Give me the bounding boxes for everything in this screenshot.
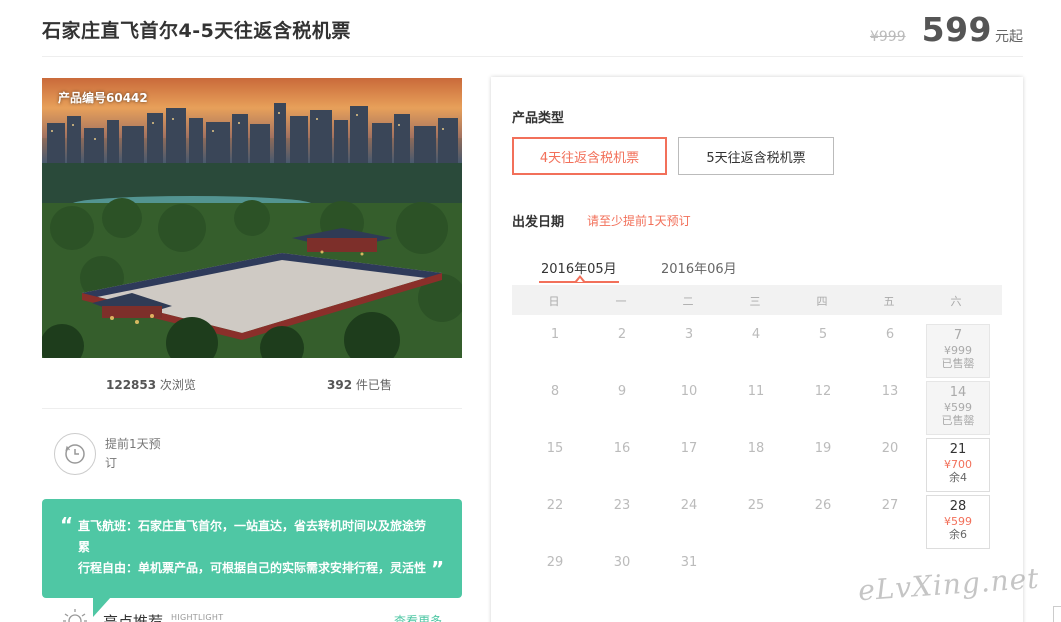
calendar-day: 10 [680, 384, 698, 399]
highlights-subtitle: HIGHTLIGHT [171, 613, 224, 622]
calendar-day: 22 [546, 498, 564, 513]
highlights-title: 亮点推荐 [103, 613, 164, 622]
product-photo[interactable] [42, 78, 462, 358]
price-unit: 元起 [995, 29, 1023, 45]
stats-divider [42, 408, 462, 409]
calendar-day-available[interactable]: 28 ¥599 余6 [926, 495, 990, 549]
calendar-day: 12 [814, 384, 832, 399]
day-number: 7 [953, 328, 963, 343]
original-price: ¥999 [869, 29, 906, 45]
weekday-sat: 六 [950, 295, 962, 308]
calendar-day: 2 [617, 327, 627, 342]
calendar-day-priced: 14 ¥599 已售罄 [926, 381, 990, 435]
tab-month-june[interactable]: 2016年06月 [661, 258, 737, 277]
see-more-link[interactable]: 查看更多 [394, 612, 442, 622]
calendar-day: 15 [546, 441, 564, 456]
calendar-day: 11 [747, 384, 765, 399]
advance-booking-tip: 提前1天预订 [105, 437, 161, 470]
weekday-mon: 一 [615, 295, 627, 308]
weekday-fri: 五 [883, 295, 895, 308]
features-text: 直飞航班：石家庄直飞首尔，一站直达，省去转机时间以及旅途劳累 行程自由：单机票产… [78, 516, 434, 579]
calendar-day: 8 [550, 384, 560, 399]
calendar-day: 20 [881, 441, 899, 456]
calendar-day: 4 [751, 327, 761, 342]
calendar-day: 25 [747, 498, 765, 513]
day-price: ¥599 [944, 515, 972, 528]
feature-free-itinerary: 行程自由：单机票产品，可根据自己的实际需求安排行程，灵活性 [78, 561, 427, 575]
calendar-day: 9 [617, 384, 627, 399]
calendar-day: 17 [680, 441, 698, 456]
weekday-sun: 日 [548, 295, 560, 308]
clock-icon [54, 433, 96, 475]
calendar-day: 24 [680, 498, 698, 513]
scrollbar-corner [1053, 606, 1061, 622]
calendar-day: 6 [885, 327, 895, 342]
day-number: 21 [949, 442, 967, 457]
calendar-day: 27 [881, 498, 899, 513]
views-stat: 122853 次浏览 [106, 376, 196, 393]
feature-direct-flight: 直飞航班：石家庄直飞首尔，一站直达，省去转机时间以及旅途劳累 [78, 519, 427, 554]
departure-date-label: 出发日期 [512, 215, 565, 230]
calendar-day: 30 [613, 555, 631, 570]
advance-hint: 请至少提前1天预订 [587, 214, 691, 228]
sun-icon [63, 609, 87, 622]
weekday-tue: 二 [682, 295, 694, 308]
views-label: 次浏览 [156, 378, 196, 392]
calendar-day: 1 [550, 327, 560, 342]
type-option-4day[interactable]: 4天往返含税机票 [512, 137, 667, 175]
caret-up-icon-inner [577, 278, 583, 282]
day-status: 余6 [949, 528, 967, 541]
weekday-header: 日 一 二 三 四 五 六 [512, 285, 1002, 315]
header-divider [42, 56, 1023, 57]
calendar-day: 5 [818, 327, 828, 342]
calendar-day-available[interactable]: 21 ¥700 余4 [926, 438, 990, 492]
features-box: “ 直飞航班：石家庄直飞首尔，一站直达，省去转机时间以及旅途劳累 行程自由：单机… [42, 499, 462, 598]
day-number: 28 [949, 499, 967, 514]
calendar-day: 13 [881, 384, 899, 399]
calendar-day: 19 [814, 441, 832, 456]
day-price: ¥999 [944, 344, 972, 357]
calendar-day: 31 [680, 555, 698, 570]
calendar-day: 3 [684, 327, 694, 342]
product-type-label: 产品类型 [512, 111, 565, 126]
day-status: 已售罄 [941, 414, 975, 427]
day-number: 14 [949, 385, 967, 400]
type-option-5day[interactable]: 5天往返含税机票 [678, 137, 834, 175]
calendar-day: 16 [613, 441, 631, 456]
views-count: 122853 [106, 378, 157, 392]
sold-count: 392 [327, 378, 353, 392]
day-price: ¥599 [944, 401, 972, 414]
calendar-day-priced: 7 ¥999 已售罄 [926, 324, 990, 378]
calendar-day: 26 [814, 498, 832, 513]
product-number: 产品编号60442 [58, 91, 148, 105]
day-status: 余4 [949, 471, 967, 484]
weekday-thu: 四 [816, 295, 828, 308]
day-status: 已售罄 [941, 357, 975, 370]
seoul-palace-image [42, 78, 462, 358]
calendar-day: 18 [747, 441, 765, 456]
sold-stat: 392 件已售 [327, 376, 392, 393]
weekday-wed: 三 [749, 295, 761, 308]
product-title: 石家庄直飞首尔4-5天往返含税机票 [42, 20, 351, 42]
quote-open-icon: “ [60, 513, 74, 537]
calendar-day: 23 [613, 498, 631, 513]
price-box: ¥999 599 元起 [870, 10, 1023, 49]
sold-label: 件已售 [352, 378, 392, 392]
current-price: 599 [921, 10, 992, 49]
booking-panel: 产品类型 4天往返含税机票 5天往返含税机票 出发日期 请至少提前1天预订 20… [491, 77, 1023, 622]
day-price: ¥700 [944, 458, 972, 471]
product-stats: 122853 次浏览 392 件已售 [42, 376, 462, 392]
calendar-day: 29 [546, 555, 564, 570]
quote-close-icon: ” [431, 557, 445, 581]
